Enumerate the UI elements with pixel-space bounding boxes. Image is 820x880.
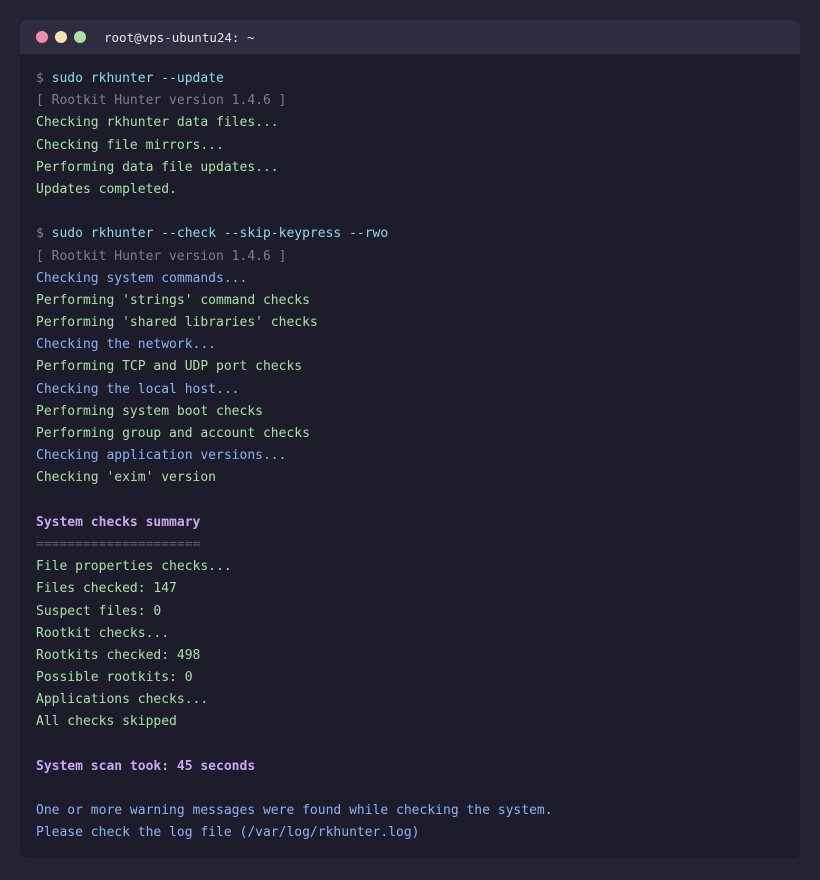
prompt-symbol: $ [36, 226, 44, 242]
divider-line: ===================== [36, 536, 201, 552]
output-line: Files checked: 147 [36, 581, 177, 597]
minimize-button[interactable] [55, 31, 67, 43]
output-line: Checking the local host... [36, 381, 240, 397]
output-line: System scan took: 45 seconds [36, 758, 256, 774]
output-line: All checks skipped [36, 714, 177, 730]
output-line: Checking rkhunter data files... [36, 115, 279, 131]
title-bar: root@vps-ubuntu24: ~ [20, 20, 800, 54]
maximize-button[interactable] [74, 31, 86, 43]
terminal-window: root@vps-ubuntu24: ~ $ sudo rkhunter --u… [20, 20, 800, 858]
output-line: Checking 'exim' version [36, 470, 217, 486]
output-line: Applications checks... [36, 692, 209, 708]
prompt-symbol: $ [36, 71, 44, 86]
command-text: sudo rkhunter --update [51, 71, 224, 86]
output-line: Rootkits checked: 498 [36, 647, 201, 663]
command-line: $ sudo rkhunter --check --skip-keypress … [36, 223, 784, 245]
output-line: Performing TCP and UDP port checks [36, 359, 303, 375]
output-line: System checks summary [36, 514, 201, 530]
close-button[interactable] [36, 31, 48, 43]
output-line: Checking application versions... [36, 448, 287, 464]
output-line: Checking the network... [36, 337, 217, 353]
output-line: One or more warning messages were found … [36, 803, 553, 819]
output-line: Possible rootkits: 0 [36, 670, 193, 686]
output-line: Please check the log file (/var/log/rkhu… [36, 825, 420, 841]
window-title: root@vps-ubuntu24: ~ [104, 29, 255, 45]
output-line: Performing 'shared libraries' checks [36, 315, 318, 331]
output-line: Performing system boot checks [36, 403, 263, 419]
output-line: Checking system commands... [36, 270, 248, 286]
output-line: Performing data file updates... [36, 159, 279, 175]
terminal-output[interactable]: $ sudo rkhunter --update [ Rootkit Hunter… [20, 54, 800, 845]
output-line: Updates completed. [36, 181, 177, 197]
command-line: $ sudo rkhunter --update [36, 68, 784, 90]
output-line: [ Rootkit Hunter version 1.4.6 ] [36, 93, 287, 109]
output-line: File properties checks... [36, 559, 232, 575]
output-line: Suspect files: 0 [36, 603, 162, 619]
output-line: Performing group and account checks [36, 426, 310, 441]
command-text: sudo rkhunter --check --skip-keypress --… [51, 226, 389, 242]
output-line: Rootkit checks... [36, 625, 170, 641]
output-line: Checking file mirrors... [36, 137, 224, 153]
output-line: [ Rootkit Hunter version 1.4.6 ] [36, 248, 287, 264]
output-line: Performing 'strings' command checks [36, 292, 310, 308]
